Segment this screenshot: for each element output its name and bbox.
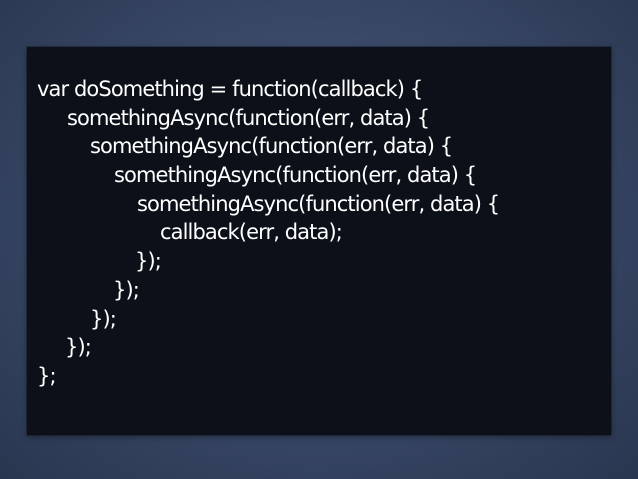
- code-line-11: };: [37, 363, 57, 388]
- slide: var doSomething = function(callback) { s…: [0, 0, 638, 479]
- code-panel: var doSomething = function(callback) { s…: [27, 47, 611, 435]
- code-line-2: somethingAsync(function(err, data) {: [67, 105, 430, 130]
- code-line-7: });: [135, 249, 162, 274]
- code-line-6: callback(err, data);: [160, 220, 343, 245]
- code-line-10: });: [65, 335, 92, 360]
- code-line-5: somethingAsync(function(err, data) {: [137, 191, 500, 216]
- code-line-9: });: [90, 306, 117, 331]
- code-line-4: somethingAsync(function(err, data) {: [114, 163, 477, 188]
- code-line-1: var doSomething = function(callback) {: [37, 77, 423, 101]
- code-block: var doSomething = function(callback) { s…: [37, 75, 500, 391]
- code-line-8: });: [113, 277, 140, 302]
- code-line-3: somethingAsync(function(err, data) {: [90, 134, 453, 159]
